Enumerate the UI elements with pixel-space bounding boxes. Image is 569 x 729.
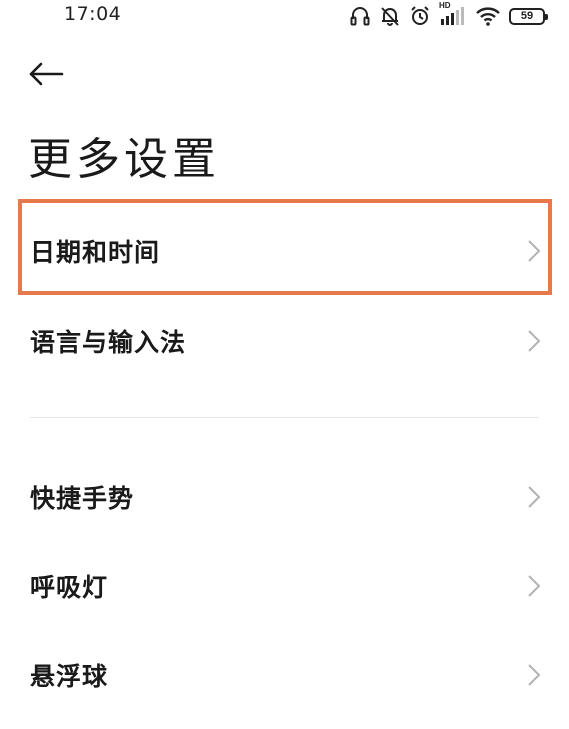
settings-item-label: 呼吸灯: [30, 573, 109, 602]
chevron-right-icon: [527, 574, 541, 598]
status-icons: HD 59: [349, 1, 548, 28]
chevron-right-icon: [527, 329, 541, 353]
settings-item-quick-gestures[interactable]: 快捷手势: [0, 457, 569, 537]
status-bar: 17:04 HD 59: [0, 0, 569, 32]
back-button[interactable]: [28, 60, 68, 92]
signal-icon: HD: [439, 1, 467, 27]
settings-item-language-input[interactable]: 语言与输入法: [0, 301, 569, 381]
wifi-icon: [475, 5, 501, 27]
chevron-right-icon: [527, 239, 541, 263]
battery-level: 59: [520, 10, 534, 22]
status-time: 17:04: [64, 3, 122, 25]
settings-item-label: 日期和时间: [30, 238, 161, 267]
chevron-right-icon: [527, 663, 541, 687]
settings-item-label: 快捷手势: [30, 484, 135, 513]
muted-bell-icon: [379, 5, 401, 27]
battery-icon: 59: [509, 7, 548, 25]
headphones-icon: [349, 5, 371, 27]
page-title: 更多设置: [28, 134, 220, 185]
settings-item-label: 语言与输入法: [30, 328, 187, 357]
section-divider: [30, 417, 539, 418]
back-arrow-icon: [28, 62, 64, 90]
settings-item-date-time[interactable]: 日期和时间: [0, 211, 569, 291]
chevron-right-icon: [527, 485, 541, 509]
alarm-icon: [409, 5, 431, 27]
settings-item-label: 悬浮球: [30, 662, 109, 691]
settings-item-floating-ball[interactable]: 悬浮球: [0, 635, 569, 715]
settings-item-notification-light[interactable]: 呼吸灯: [0, 546, 569, 626]
